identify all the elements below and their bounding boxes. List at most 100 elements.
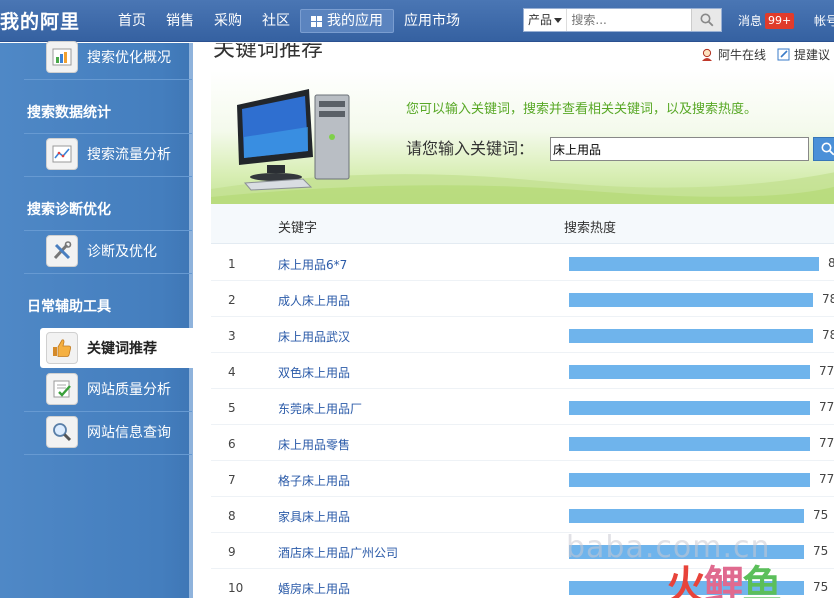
page-title: 关键词推荐	[213, 43, 324, 62]
support-icon	[702, 48, 712, 61]
heat-value: 77	[819, 436, 834, 450]
table-row: 6 床上用品零售 77	[211, 425, 834, 461]
divider	[24, 454, 192, 455]
search-category-select[interactable]: 产品	[524, 9, 568, 31]
row-number: 3	[228, 329, 236, 343]
heat-value: 75	[813, 580, 829, 594]
sidebar-item-label: 网站信息查询	[87, 425, 171, 441]
heat-bar	[569, 365, 810, 379]
sidebar-item-traffic-analysis[interactable]: 搜索流量分析	[40, 134, 190, 174]
divider	[24, 273, 192, 274]
sidebar-group-title: 搜索数据统计	[27, 105, 111, 121]
sidebar-item-keyword-recommend[interactable]: 关键词推荐	[40, 328, 196, 368]
sidebar-item-search-overview[interactable]: 搜索优化概况	[40, 37, 190, 77]
sidebar-item-label: 诊断及优化	[87, 244, 157, 260]
sidebar: 搜索优化概况 搜索数据统计 搜索流量分析 搜索诊断优化 诊断及优化 日常辅助工具	[0, 41, 196, 598]
search-button[interactable]	[691, 9, 721, 31]
thumbs-up-icon	[46, 332, 78, 364]
nav-community[interactable]: 社区	[252, 9, 300, 33]
heat-bar	[569, 437, 810, 451]
messages-link[interactable]: 消息 99+	[738, 12, 795, 29]
nav-app-market[interactable]: 应用市场	[394, 9, 470, 33]
heat-bar	[569, 401, 810, 415]
column-header-heat: 搜索热度	[564, 221, 617, 236]
heat-value: 77	[819, 364, 834, 378]
account-link[interactable]: 帐号	[814, 12, 834, 29]
nav-sales[interactable]: 销售	[156, 9, 204, 33]
heat-value: 75	[813, 508, 829, 522]
keyword-link[interactable]: 酒店床上用品广州公司	[278, 544, 398, 561]
table-header: 关键字 搜索热度	[211, 204, 834, 244]
heat-value: 77	[819, 400, 834, 414]
search-category-label: 产品	[528, 13, 553, 27]
heat-bar	[569, 509, 804, 523]
keyword-input[interactable]	[550, 137, 809, 161]
watermark-logo: 火鲤鱼	[666, 563, 782, 598]
row-number: 2	[228, 293, 236, 307]
keyword-link[interactable]: 格子床上用品	[278, 472, 350, 489]
keyword-link[interactable]: 东莞床上用品厂	[278, 400, 362, 417]
sidebar-item-label: 搜索流量分析	[87, 147, 171, 163]
feedback-link-label: 提建议	[794, 48, 831, 62]
divider	[24, 176, 192, 177]
heat-value: 78	[822, 328, 834, 342]
banner-hint: 您可以输入关键词，搜索并查看相关关键词，以及搜索热度。	[406, 102, 758, 117]
sidebar-item-diagnosis[interactable]: 诊断及优化	[40, 231, 190, 271]
nav-home[interactable]: 首页	[108, 9, 156, 33]
keyword-link[interactable]: 婚房床上用品	[278, 580, 350, 597]
keyword-link[interactable]: 床上用品武汉	[278, 328, 350, 345]
keyword-link[interactable]: 床上用品6*7	[278, 256, 347, 273]
heat-value: 8	[828, 256, 834, 270]
table-row: 1 床上用品6*7 8	[211, 245, 834, 281]
heat-value: 75	[813, 544, 829, 558]
divider	[24, 79, 192, 80]
top-links: 阿牛在线 提建议	[700, 46, 830, 63]
sidebar-item-site-info[interactable]: 网站信息查询	[40, 412, 190, 452]
heat-bar	[569, 473, 810, 487]
row-number: 6	[228, 437, 236, 451]
row-number: 10	[228, 581, 244, 595]
sidebar-item-label: 网站质量分析	[87, 382, 171, 398]
main-content: 关键词推荐 阿牛在线 提建议 您可以输入关键词，搜索并查看相关关键词，以及搜索热…	[197, 43, 834, 598]
row-number: 8	[228, 509, 236, 523]
row-number: 7	[228, 473, 236, 487]
table-row: 3 床上用品武汉 78	[211, 317, 834, 353]
heat-value: 77	[819, 472, 834, 486]
search-input[interactable]	[567, 9, 692, 31]
sidebar-item-quality-analysis[interactable]: 网站质量分析	[40, 369, 190, 409]
global-search: 产品	[523, 8, 722, 32]
messages-label: 消息	[738, 14, 763, 28]
nav-my-apps-label: 我的应用	[327, 13, 383, 29]
keyword-link[interactable]: 床上用品零售	[278, 436, 350, 453]
table-row: 2 成人床上用品 78	[211, 281, 834, 317]
table-row: 5 东莞床上用品厂 77	[211, 389, 834, 425]
search-banner: 您可以输入关键词，搜索并查看相关关键词，以及搜索热度。 请您输入关键词：	[211, 71, 834, 204]
sidebar-item-label: 关键词推荐	[87, 341, 157, 357]
nav-purchase[interactable]: 采购	[204, 9, 252, 33]
main-nav: 首页 销售 采购 社区 我的应用 应用市场	[108, 0, 470, 42]
row-number: 1	[228, 257, 236, 271]
site-logo[interactable]: 我的阿里	[0, 7, 80, 34]
heat-bar	[569, 257, 819, 271]
top-bar: 我的阿里 首页 销售 采购 社区 我的应用 应用市场 产品 消息 99+ 帐号	[0, 0, 834, 42]
edit-icon	[777, 48, 790, 61]
tools-icon	[46, 235, 78, 267]
keyword-search-button[interactable]	[813, 137, 834, 161]
sidebar-group-title: 日常辅助工具	[27, 299, 111, 315]
feedback-link[interactable]: 提建议	[777, 46, 830, 63]
nav-my-apps[interactable]: 我的应用	[300, 9, 394, 33]
row-number: 5	[228, 401, 236, 415]
keyword-input-label: 请您输入关键词：	[406, 139, 535, 158]
sidebar-item-label: 搜索优化概况	[87, 50, 171, 66]
support-link[interactable]: 阿牛在线	[700, 46, 766, 63]
table-row: 7 格子床上用品 77	[211, 461, 834, 497]
line-chart-icon	[46, 138, 78, 170]
heat-bar	[569, 329, 813, 343]
keyword-link[interactable]: 双色床上用品	[278, 364, 350, 381]
search-icon	[700, 13, 714, 27]
keyword-link[interactable]: 成人床上用品	[278, 292, 350, 309]
keyword-link[interactable]: 家具床上用品	[278, 508, 350, 525]
table-row: 4 双色床上用品 77	[211, 353, 834, 389]
chevron-down-icon	[554, 17, 563, 23]
column-header-keyword: 关键字	[278, 221, 318, 236]
